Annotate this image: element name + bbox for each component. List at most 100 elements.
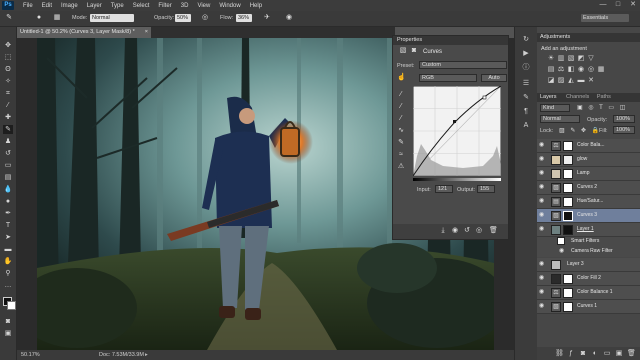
paths-tab[interactable]: Paths bbox=[597, 94, 611, 100]
layer-filter-icons[interactable]: ▣ ◎ T ▭ ◫ bbox=[577, 104, 627, 111]
smooth-curve-icon[interactable]: ≈ bbox=[397, 151, 405, 159]
input-value[interactable]: 121 bbox=[435, 185, 453, 193]
on-image-adjust-icon[interactable]: ☝ bbox=[397, 74, 406, 82]
reset-adjustment-icon[interactable]: ↺ bbox=[463, 227, 471, 235]
pen-tool-icon[interactable]: ✒ bbox=[3, 209, 13, 218]
menu-select[interactable]: Select bbox=[133, 3, 150, 9]
channel-mixer-icon[interactable]: ◎ bbox=[587, 66, 595, 74]
clip-to-layer-icon[interactable]: ⤓ bbox=[439, 227, 447, 235]
brush-tool-icon[interactable]: ✎ bbox=[3, 125, 13, 134]
properties-tab[interactable]: Properties bbox=[393, 36, 508, 45]
brush-tool-preset-icon[interactable]: ✎ bbox=[4, 13, 14, 23]
layer-row[interactable]: ◉ ▤ Hue/Satur... bbox=[537, 195, 640, 209]
type-tool-icon[interactable]: T bbox=[3, 221, 13, 230]
clipping-warning-icon[interactable]: ⚠ bbox=[397, 163, 405, 171]
workspace-select[interactable]: Essentials bbox=[581, 14, 629, 22]
layer-row[interactable]: ◉ ⚖ Color Balance 1 bbox=[537, 286, 640, 300]
character-panel-icon[interactable]: A bbox=[521, 121, 531, 130]
levels-icon[interactable]: ▥ bbox=[557, 55, 565, 63]
actions-panel-icon[interactable]: ▶ bbox=[521, 49, 531, 58]
mask-icon[interactable]: ◙ bbox=[410, 47, 418, 55]
hand-tool-icon[interactable]: ✋ bbox=[3, 257, 13, 266]
zoom-level[interactable]: 50.17% bbox=[21, 350, 40, 360]
brush-size-icon[interactable]: ● bbox=[34, 13, 44, 23]
layer-opacity-input[interactable]: 100% bbox=[613, 115, 635, 123]
maximize-button[interactable]: □ bbox=[611, 0, 625, 11]
menu-edit[interactable]: Edit bbox=[42, 3, 52, 9]
white-point-eyedropper-icon[interactable]: ⁄ bbox=[397, 115, 405, 123]
gradient-tool-icon[interactable]: ▤ bbox=[3, 173, 13, 182]
visibility-eye-icon[interactable]: ◉ bbox=[539, 261, 546, 268]
visibility-eye-icon[interactable]: ◉ bbox=[559, 248, 566, 255]
flow-input[interactable]: 36% bbox=[236, 14, 252, 22]
eyedropper-tool-icon[interactable]: ⁄ bbox=[3, 101, 13, 110]
selective-color-icon[interactable]: ✕ bbox=[587, 77, 595, 85]
layers-tab[interactable]: Layers bbox=[540, 94, 557, 100]
link-layers-icon[interactable]: ⛓ bbox=[555, 350, 564, 358]
visibility-eye-icon[interactable]: ◉ bbox=[539, 226, 546, 233]
paragraph-panel-icon[interactable]: ¶ bbox=[521, 107, 531, 116]
quick-select-tool-icon[interactable]: ✧ bbox=[3, 77, 13, 86]
blend-mode-dropdown[interactable]: Normal bbox=[540, 115, 580, 123]
auto-button[interactable]: Auto bbox=[481, 74, 507, 82]
quick-mask-icon[interactable]: ◙ bbox=[3, 317, 13, 326]
layer-row[interactable]: ◉ Layer 1 bbox=[537, 223, 640, 237]
gradient-map-icon[interactable]: ▬ bbox=[577, 77, 585, 85]
menu-image[interactable]: Image bbox=[61, 3, 78, 9]
color-lookup-icon[interactable]: ▦ bbox=[597, 66, 605, 74]
screen-mode-icon[interactable]: ▣ bbox=[3, 329, 13, 338]
menu-view[interactable]: View bbox=[197, 3, 210, 9]
edit-toolbar-icon[interactable]: … bbox=[3, 281, 13, 290]
curves-graph[interactable] bbox=[413, 86, 501, 176]
view-previous-state-icon[interactable]: ◉ bbox=[451, 227, 459, 235]
add-mask-icon[interactable]: ◙ bbox=[579, 350, 587, 358]
crop-tool-icon[interactable]: ⌗ bbox=[3, 89, 13, 98]
black-point-eyedropper-icon[interactable]: ⁄ bbox=[397, 91, 405, 99]
layer-row-selected[interactable]: ◉ ▧ Curves 3 bbox=[537, 209, 640, 223]
menu-window[interactable]: Window bbox=[219, 3, 240, 9]
minimize-button[interactable]: — bbox=[596, 0, 610, 11]
path-select-tool-icon[interactable]: ➤ bbox=[3, 233, 13, 242]
menu-type[interactable]: Type bbox=[111, 3, 124, 9]
layer-row[interactable]: ◉ Color Fill 2 bbox=[537, 272, 640, 286]
vibrance-icon[interactable]: ▽ bbox=[587, 55, 595, 63]
hue-saturation-icon[interactable]: ▤ bbox=[547, 66, 555, 74]
curves-icon[interactable]: ▧ bbox=[567, 55, 575, 63]
visibility-eye-icon[interactable]: ◉ bbox=[539, 212, 546, 219]
layer-row[interactable]: ◉ Layer 3 bbox=[537, 258, 640, 272]
brush-panel-icon[interactable]: ✎ bbox=[521, 93, 531, 102]
document-tab[interactable]: Untitled-1 @ 50.2% (Curves 3, Layer Mask… bbox=[17, 27, 151, 38]
delete-layer-icon[interactable]: 🗑 bbox=[627, 350, 636, 358]
layer-row[interactable]: ◉ ⚖ Color Bala... bbox=[537, 139, 640, 153]
visibility-eye-icon[interactable]: ◉ bbox=[539, 156, 546, 163]
menu-file[interactable]: File bbox=[23, 3, 33, 9]
airbrush-icon[interactable]: ✈ bbox=[262, 13, 272, 23]
info-panel-icon[interactable]: ⓘ bbox=[521, 63, 531, 72]
exposure-icon[interactable]: ◩ bbox=[577, 55, 585, 63]
visibility-eye-icon[interactable]: ◉ bbox=[539, 198, 546, 205]
close-tab-icon[interactable]: × bbox=[145, 27, 148, 38]
black-white-icon[interactable]: ◧ bbox=[567, 66, 575, 74]
zoom-tool-icon[interactable]: ⚲ bbox=[3, 269, 13, 278]
dodge-tool-icon[interactable]: ● bbox=[3, 197, 13, 206]
toggle-visibility-icon[interactable]: ◎ bbox=[475, 227, 483, 235]
close-window-button[interactable]: ✕ bbox=[626, 0, 640, 11]
pressure-size-icon[interactable]: ◉ bbox=[284, 13, 294, 23]
blur-tool-icon[interactable]: 💧 bbox=[3, 185, 13, 194]
visibility-eye-icon[interactable]: ◉ bbox=[539, 170, 546, 177]
marquee-tool-icon[interactable]: ⬚ bbox=[3, 53, 13, 62]
layer-row[interactable]: ◉ ▧ Curves 1 bbox=[537, 300, 640, 314]
properties-panel-icon[interactable]: ☰ bbox=[521, 79, 531, 88]
menu-3d[interactable]: 3D bbox=[181, 3, 189, 9]
healing-brush-tool-icon[interactable]: ✚ bbox=[3, 113, 13, 122]
menu-layer[interactable]: Layer bbox=[87, 3, 102, 9]
history-panel-icon[interactable]: ↻ bbox=[521, 35, 531, 44]
mode-select[interactable]: Normal bbox=[90, 14, 134, 22]
pressure-opacity-icon[interactable]: ◎ bbox=[200, 13, 210, 23]
status-arrow-icon[interactable]: ▸ bbox=[145, 350, 148, 360]
history-brush-tool-icon[interactable]: ↺ bbox=[3, 149, 13, 158]
new-group-icon[interactable]: ▭ bbox=[603, 350, 611, 358]
output-value[interactable]: 155 bbox=[477, 185, 495, 193]
gray-point-eyedropper-icon[interactable]: ⁄ bbox=[397, 103, 405, 111]
visibility-eye-icon[interactable]: ◉ bbox=[539, 289, 546, 296]
